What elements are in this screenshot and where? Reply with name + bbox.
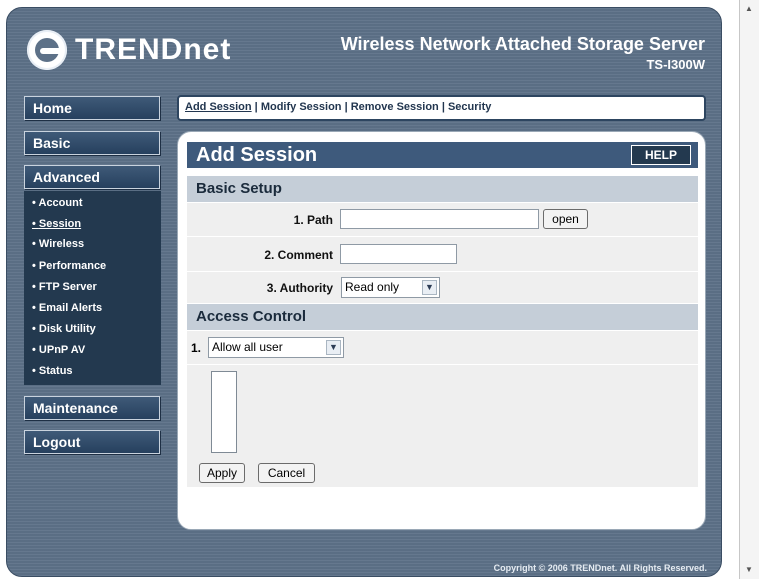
logo-text: TRENDnet (75, 33, 232, 66)
subnav-add-session[interactable]: Add Session (185, 101, 252, 113)
sidebar-item-label: UPnP AV (38, 344, 86, 356)
product-title: Wireless Network Attached Storage Server (340, 34, 705, 54)
access-index: 1. (191, 341, 202, 355)
scroll-down-icon[interactable]: ▼ (742, 563, 756, 577)
open-button[interactable]: open (543, 209, 588, 229)
authority-select[interactable]: Read only ▼ (341, 277, 440, 298)
basic-setup-header: Basic Setup (187, 176, 698, 202)
sidebar-item-disk-utility[interactable]: • Disk Utility (32, 323, 96, 335)
access-user-value: Allow all user (212, 340, 283, 354)
path-label: 1. Path (293, 213, 333, 227)
session-subnav: Add Session | Modify Session | Remove Se… (177, 95, 706, 121)
comment-row: 2. Comment (187, 237, 698, 272)
comment-label: 2. Comment (264, 248, 333, 262)
sidebar-item-label: Status (38, 365, 73, 377)
advanced-submenu: • Account • Session • Wireless • Perform… (24, 191, 161, 385)
nav-basic-button[interactable]: Basic (24, 131, 160, 155)
subnav-remove-session[interactable]: Remove Session (351, 101, 439, 113)
page-title: Add Session (196, 144, 318, 166)
sidebar-item-email-alerts[interactable]: • Email Alerts (32, 302, 102, 314)
help-button[interactable]: HELP (631, 145, 691, 165)
product-header: Wireless Network Attached Storage Server… (341, 34, 705, 72)
sidebar-item-label: Email Alerts (38, 302, 103, 314)
sidebar-item-session[interactable]: • Session (32, 218, 81, 230)
copyright: Copyright © 2006 TRENDnet. All Rights Re… (493, 563, 707, 573)
sidebar-item-account[interactable]: • Account (32, 197, 83, 209)
scroll-up-icon[interactable]: ▲ (742, 2, 756, 16)
access-control-header: Access Control (187, 304, 698, 330)
comment-input[interactable] (340, 244, 457, 264)
trendnet-logo: TRENDnet (27, 28, 231, 72)
access-select-row: 1. Allow all user ▼ (187, 331, 698, 365)
sidebar-item-label: Disk Utility (38, 323, 96, 335)
nav-home-button[interactable]: Home (24, 96, 160, 120)
sidebar-item-label: FTP Server (38, 281, 97, 293)
sidebar-item-ftp-server[interactable]: • FTP Server (32, 281, 97, 293)
page-title-bar: Add Session HELP (187, 142, 698, 168)
chevron-down-icon: ▼ (422, 280, 437, 295)
sidebar-item-label: Account (38, 197, 83, 209)
path-input[interactable] (340, 209, 539, 229)
sidebar-item-label: Performance (38, 260, 107, 272)
trendnet-logo-icon (27, 30, 67, 70)
nav-logout-button[interactable]: Logout (24, 430, 160, 454)
nav-advanced-button[interactable]: Advanced (24, 165, 160, 189)
content-panel: Add Session HELP Basic Setup 1. Path ope… (177, 131, 706, 530)
sidebar-item-wireless[interactable]: • Wireless (32, 238, 84, 250)
access-list-row (187, 365, 698, 460)
sidebar-item-status[interactable]: • Status (32, 365, 73, 377)
sidebar-item-upnp-av[interactable]: • UPnP AV (32, 344, 85, 356)
product-model: TS-I300W (646, 57, 705, 72)
authority-label: 3. Authority (266, 281, 333, 295)
access-user-select[interactable]: Allow all user ▼ (208, 337, 344, 358)
authority-value: Read only (345, 280, 400, 294)
sidebar-item-label: Wireless (38, 238, 85, 250)
subnav-security[interactable]: Security (448, 101, 491, 113)
sidebar-item-label: Session (38, 218, 82, 230)
access-user-listbox[interactable] (211, 371, 237, 453)
nav-maintenance-button[interactable]: Maintenance (24, 396, 160, 420)
cancel-button[interactable]: Cancel (258, 463, 315, 483)
chevron-down-icon: ▼ (326, 340, 341, 355)
action-row: Apply Cancel (187, 459, 698, 488)
page-scrollbar[interactable]: ▲ ▼ (739, 0, 759, 579)
subnav-modify-session[interactable]: Modify Session (261, 101, 342, 113)
apply-button[interactable]: Apply (199, 463, 245, 483)
sidebar-item-performance[interactable]: • Performance (32, 260, 106, 272)
authority-row: 3. Authority Read only ▼ (187, 272, 698, 304)
path-row: 1. Path open (187, 203, 698, 237)
